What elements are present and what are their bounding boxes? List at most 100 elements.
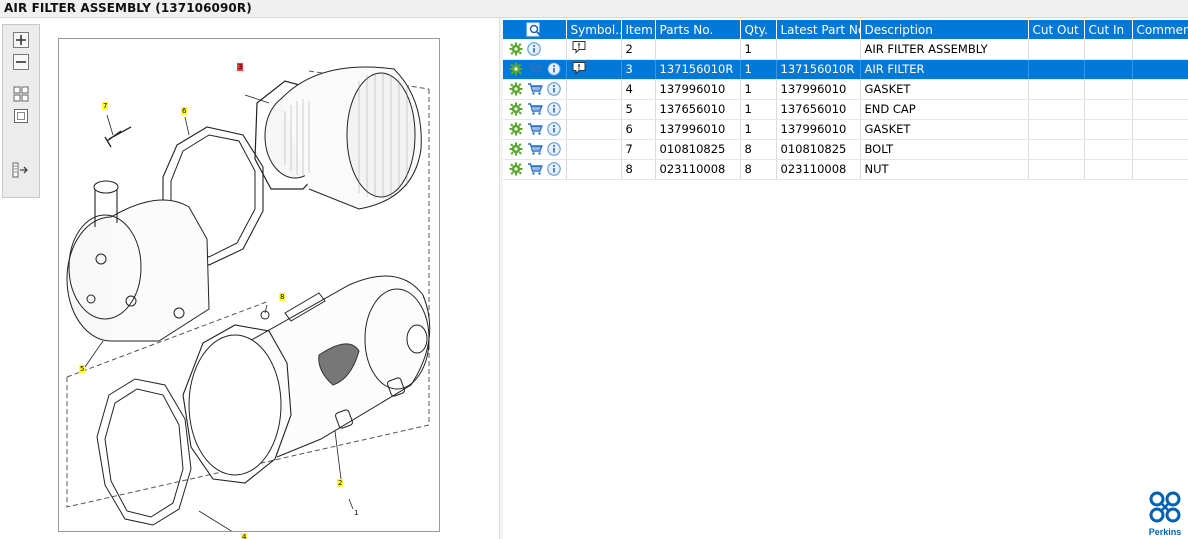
callout-item-6[interactable]: 6 <box>181 107 188 115</box>
cut-out-cell <box>1028 99 1085 120</box>
add-to-cart-icon[interactable] <box>527 62 543 76</box>
parts-no-cell <box>655 39 741 60</box>
export-button[interactable] <box>11 161 31 179</box>
cut-out-cell <box>1028 139 1085 160</box>
settings-gear-icon[interactable] <box>509 142 523 156</box>
cut-in-cell <box>1084 79 1133 100</box>
column-header-parts-no[interactable]: Parts No. <box>655 20 741 39</box>
callout-item-2[interactable]: 2 <box>337 479 344 487</box>
symbol-cell <box>566 79 622 100</box>
qty-cell: 1 <box>740 99 777 120</box>
row-actions-cell <box>503 139 567 160</box>
cut-out-cell <box>1028 39 1085 60</box>
callout-item-3[interactable]: 3 <box>237 63 244 71</box>
column-header-comment[interactable]: Comment <box>1132 20 1188 39</box>
column-header-description[interactable]: Description <box>860 20 1029 39</box>
symbol-cell <box>566 139 622 160</box>
callout-item-7[interactable]: 7 <box>102 102 109 110</box>
add-to-cart-icon[interactable] <box>527 82 543 96</box>
symbol-cell <box>566 59 622 80</box>
illustration-pane[interactable]: 3 7 6 8 5 2 4 1 <box>0 18 500 539</box>
qty-cell: 8 <box>740 159 777 180</box>
row-actions-cell <box>503 119 567 140</box>
qty-cell: 1 <box>740 39 777 60</box>
latest-part-no-cell <box>776 39 861 60</box>
column-header-cut-in[interactable]: Cut In <box>1084 20 1133 39</box>
table-row[interactable]: 4 137996010 1 137996010 GASKET <box>503 79 1188 100</box>
zoom-out-icon <box>13 54 29 70</box>
settings-gear-icon[interactable] <box>509 102 523 116</box>
add-to-cart-icon[interactable] <box>527 102 543 116</box>
add-to-cart-icon[interactable] <box>527 142 543 156</box>
info-icon[interactable] <box>547 142 561 156</box>
column-header-item[interactable]: Item <box>621 20 656 39</box>
latest-part-no-cell: 010810825 <box>776 139 861 160</box>
settings-gear-icon[interactable] <box>509 82 523 96</box>
latest-part-no-cell: 137996010 <box>776 79 861 100</box>
symbol-cell <box>566 119 622 140</box>
add-to-cart-icon[interactable] <box>527 162 543 176</box>
item-cell: 5 <box>621 99 656 120</box>
fit-window-icon <box>14 109 28 123</box>
symbol-cell <box>566 39 622 60</box>
zoom-in-button[interactable] <box>11 31 31 49</box>
callout-item-8[interactable]: 8 <box>279 293 286 301</box>
air-filter-illustration <box>66 66 431 531</box>
table-row[interactable]: 5 137656010 1 137656010 END CAP <box>503 99 1188 120</box>
description-cell: GASKET <box>860 119 1029 140</box>
export-icon <box>12 162 28 178</box>
row-actions-cell <box>503 159 567 180</box>
settings-gear-icon[interactable] <box>509 62 523 76</box>
fit-window-button[interactable] <box>11 107 31 125</box>
info-icon[interactable] <box>527 42 541 56</box>
column-header-latest-part-no[interactable]: Latest Part No. <box>776 20 861 39</box>
search-list-icon <box>526 22 541 37</box>
latest-part-no-cell: 023110008 <box>776 159 861 180</box>
comment-cell <box>1132 39 1188 60</box>
parts-list-pane: Symbol... Item Parts No. Qty. Latest Par… <box>503 18 1188 539</box>
row-actions-cell <box>503 99 567 120</box>
callout-item-4[interactable]: 4 <box>241 533 248 539</box>
parts-table-body: 2 1 AIR FILTER ASSEMBLY 3 137156010R 1 1371560… <box>503 39 1188 180</box>
row-actions-cell <box>503 39 567 60</box>
comment-cell <box>1132 159 1188 180</box>
settings-gear-icon[interactable] <box>509 42 523 56</box>
fit-all-button[interactable] <box>11 85 31 103</box>
parts-no-cell: 137156010R <box>655 59 741 80</box>
table-row[interactable]: 3 137156010R 1 137156010R AIR FILTER <box>503 59 1188 80</box>
settings-gear-icon[interactable] <box>509 162 523 176</box>
settings-gear-icon[interactable] <box>509 122 523 136</box>
cut-out-cell <box>1028 79 1085 100</box>
table-row[interactable]: 7 010810825 8 010810825 BOLT <box>503 139 1188 160</box>
info-icon[interactable] <box>547 122 561 136</box>
cut-in-cell <box>1084 59 1133 80</box>
qty-cell: 1 <box>740 79 777 100</box>
column-header-select[interactable] <box>503 20 567 39</box>
info-icon[interactable] <box>547 82 561 96</box>
cut-in-cell <box>1084 99 1133 120</box>
perkins-wordmark: Perkins <box>1148 527 1182 537</box>
comment-cell <box>1132 119 1188 140</box>
item-cell: 4 <box>621 79 656 100</box>
cut-in-cell <box>1084 159 1133 180</box>
table-row[interactable]: 6 137996010 1 137996010 GASKET <box>503 119 1188 140</box>
column-header-qty[interactable]: Qty. <box>740 20 777 39</box>
info-icon[interactable] <box>547 102 561 116</box>
description-cell: NUT <box>860 159 1029 180</box>
zoom-out-button[interactable] <box>11 53 31 71</box>
latest-part-no-cell: 137156010R <box>776 59 861 80</box>
info-icon[interactable] <box>547 62 561 76</box>
info-icon[interactable] <box>547 162 561 176</box>
exploded-view-drawing[interactable]: 3 7 6 8 5 2 4 1 <box>58 38 440 539</box>
comment-cell <box>1132 79 1188 100</box>
table-row[interactable]: 2 1 AIR FILTER ASSEMBLY <box>503 39 1188 60</box>
column-header-cut-out[interactable]: Cut Out <box>1028 20 1085 39</box>
item-cell: 2 <box>621 39 656 60</box>
callout-item-5[interactable]: 5 <box>79 365 86 373</box>
add-to-cart-icon[interactable] <box>527 122 543 136</box>
column-header-symbol[interactable]: Symbol... <box>566 20 622 39</box>
table-row[interactable]: 8 023110008 8 023110008 NUT <box>503 159 1188 180</box>
callout-item-1[interactable]: 1 <box>353 509 359 517</box>
note-callout-icon[interactable] <box>571 61 587 75</box>
note-callout-icon[interactable] <box>571 40 587 54</box>
